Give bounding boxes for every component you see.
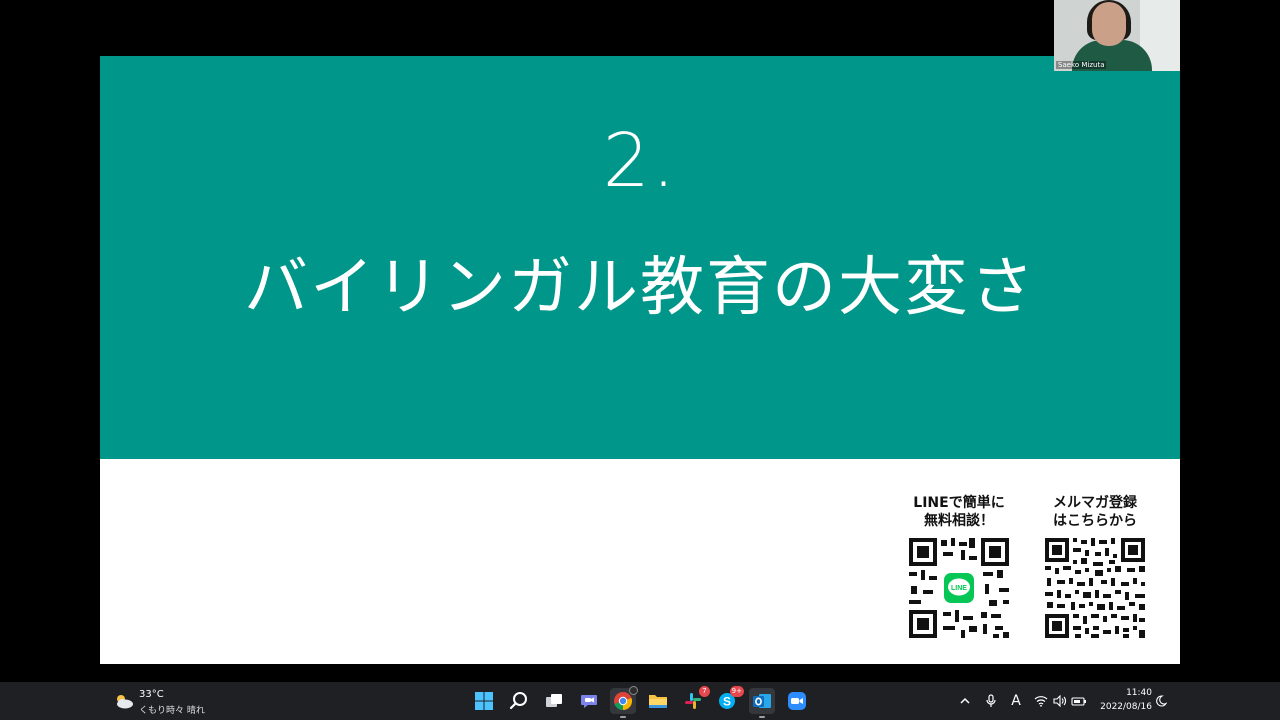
- participant-face: [1092, 2, 1126, 46]
- microphone-button[interactable]: [982, 692, 1000, 710]
- notification-icon: [1156, 695, 1167, 707]
- slide-title: バイリンガル教育の大変さ: [244, 251, 1036, 325]
- taskbar: 33°C くもり時々 晴れ 7 S 9+ A 11:40 2022/08/16: [0, 682, 1280, 720]
- cloud-sun-icon: [117, 695, 133, 709]
- chevron-up-icon: [960, 697, 970, 704]
- wifi-button[interactable]: [1032, 692, 1050, 710]
- volume-button[interactable]: [1051, 692, 1069, 710]
- skype-button[interactable]: S 9+: [714, 686, 744, 714]
- clock-time[interactable]: 11:40: [1118, 688, 1152, 698]
- file-explorer-button[interactable]: [645, 688, 671, 714]
- participant-video-tile[interactable]: Saeko Mizuta: [1054, 0, 1180, 71]
- svg-text:S: S: [723, 695, 731, 709]
- line-qr-code[interactable]: LINE: [909, 538, 1009, 638]
- screen: 2. バイリンガル教育の大変さ LINEで簡単に 無料相談！ LINE メルマガ…: [0, 0, 1280, 720]
- task-view-button[interactable]: [541, 688, 567, 714]
- chrome-profile-icon: [629, 686, 638, 695]
- mailmag-qr-caption-1: メルマガ登録: [1053, 495, 1137, 511]
- slack-button[interactable]: 7: [680, 686, 710, 714]
- teams-chat-icon: [581, 695, 597, 708]
- line-qr-caption-2: 無料相談！: [924, 513, 994, 529]
- participant-name: Saeko Mizuta: [1056, 61, 1107, 69]
- mailmag-qr-code[interactable]: [1045, 538, 1145, 638]
- outlook-button[interactable]: [749, 688, 775, 718]
- speaker-icon: [1053, 695, 1067, 707]
- line-qr-block: LINEで簡単に 無料相談！ LINE: [899, 494, 1019, 638]
- battery-button[interactable]: [1070, 692, 1088, 710]
- file-explorer-icon: [649, 695, 667, 708]
- ime-icon[interactable]: A: [1007, 692, 1025, 710]
- search-button[interactable]: [506, 688, 532, 714]
- teams-chat-button[interactable]: [576, 688, 602, 714]
- clock-date[interactable]: 2022/08/16: [1094, 702, 1152, 712]
- zoom-button[interactable]: [784, 688, 810, 714]
- search-icon: [509, 692, 527, 710]
- start-icon: [475, 692, 493, 710]
- chrome-running-indicator: [620, 716, 626, 718]
- zoom-icon: [788, 692, 806, 710]
- weather-description: くもり時々 晴れ: [139, 706, 205, 716]
- presentation-slide: 2. バイリンガル教育の大変さ LINEで簡単に 無料相談！ LINE メルマガ…: [100, 56, 1180, 664]
- slide-header-band: 2. バイリンガル教育の大変さ: [100, 56, 1180, 459]
- slack-notification-badge: 7: [699, 686, 710, 697]
- weather-temperature: 33°C: [139, 689, 164, 700]
- line-logo-text: LINE: [951, 585, 967, 592]
- skype-notification-badge: 9+: [729, 686, 744, 697]
- notification-button[interactable]: [1152, 692, 1170, 710]
- start-button[interactable]: [471, 688, 497, 714]
- slide-section-number: 2.: [602, 118, 678, 204]
- line-qr-caption-1: LINEで簡単に: [913, 495, 1005, 511]
- mailmag-qr-caption-2: はこちらから: [1053, 513, 1137, 529]
- wifi-icon: [1034, 696, 1048, 707]
- outlook-icon: [753, 694, 771, 708]
- chrome-button[interactable]: [610, 686, 638, 718]
- task-view-icon: [546, 694, 562, 707]
- microphone-icon: [986, 694, 996, 707]
- battery-icon: [1071, 697, 1086, 706]
- show-hidden-icons-button[interactable]: [956, 692, 974, 710]
- mailmag-qr-block: メルマガ登録 はこちらから: [1035, 494, 1155, 638]
- outlook-running-indicator: [759, 716, 765, 718]
